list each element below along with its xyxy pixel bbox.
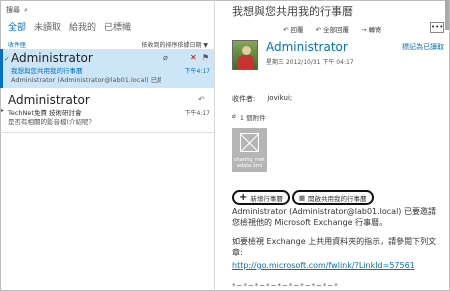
body-separator: *~*~*~*~*~*~*~*~*~* xyxy=(232,282,339,290)
sort-bar: 收件匣 依收到的排序依據日期 ▼ xyxy=(8,40,208,49)
reading-sender[interactable]: Administrator xyxy=(266,40,348,54)
reply-button[interactable]: ↶ 回覆 xyxy=(283,24,304,34)
attachment-tile[interactable]: sharing_met adata.xml xyxy=(232,128,267,172)
open-shared-calendar-button[interactable]: ▦ 開啟共用我的行事曆 xyxy=(291,190,374,205)
reply-all-button[interactable]: ↶ 全部回覆 xyxy=(316,24,350,34)
add-calendar-label: 新增行事曆 xyxy=(250,194,283,203)
reading-date: 星期三 2012/10/31 下午 04:17 xyxy=(266,59,354,66)
checkmark-icon[interactable]: ✓ xyxy=(4,55,10,63)
add-calendar-button[interactable]: + 新增行事曆 xyxy=(232,190,290,205)
body-link[interactable]: http://go.microsoft.com/fwlink/?LinkId=5… xyxy=(232,261,415,270)
filter-flagged[interactable]: 已標幟 xyxy=(104,20,131,33)
message-time: 下午4:17 xyxy=(184,110,210,117)
reading-pane: 我想與您共用我的行事曆 ↶ 回覆 ↶ 全部回覆 → 轉寄 ••• Adminis… xyxy=(216,0,450,291)
flag-icon[interactable]: ⚑ xyxy=(202,53,209,62)
message-sender: Administrator xyxy=(11,51,93,65)
avatar-head xyxy=(242,46,251,55)
body-paragraph: Administrator (Administrator@lab01.local… xyxy=(232,207,436,227)
sort-dropdown[interactable]: 依收到的排序依據日期 ▼ xyxy=(141,40,208,49)
reply-all-icon: ↶ xyxy=(315,26,324,34)
message-item-selected[interactable]: ✓ Administrator 我想與您共用我的行事曆 Administrato… xyxy=(0,49,214,88)
action-bar: ↶ 回覆 ↶ 全部回覆 → 轉寄 xyxy=(283,24,382,34)
scrollbar-thumb[interactable] xyxy=(445,0,449,30)
forward-icon: → xyxy=(361,26,369,34)
attachment-count: ⌀ 1 個附件 xyxy=(232,112,266,122)
message-item[interactable]: ▸ Administrator TechNet免費 技術研討會 是否有相關的影音… xyxy=(0,91,214,130)
message-time: 下午4:17 xyxy=(184,68,210,75)
folder-name: 收件匣 xyxy=(8,42,27,49)
forward-label: 轉寄 xyxy=(368,26,382,34)
reply-label: 回覆 xyxy=(290,26,304,34)
more-actions-button[interactable]: ••• xyxy=(430,22,444,33)
to-label: 收件者: xyxy=(232,95,256,103)
message-preview: Administrator (Administrator@lab01.local… xyxy=(11,76,161,84)
recipient-row: 收件者: jovikui; xyxy=(232,94,292,104)
search-icon[interactable]: ⌕ xyxy=(24,6,28,15)
filter-bar: 全部 未讀取 給我的 已標幟 xyxy=(8,20,131,33)
reply-icon: ↶ xyxy=(283,26,291,34)
attachment-icon: ⌀ xyxy=(232,112,236,120)
reading-title: 我想與您共用我的行事曆 xyxy=(232,5,353,18)
filter-to-me[interactable]: 給我的 xyxy=(69,20,96,33)
attachment-name: sharing_met adata.xml xyxy=(233,157,266,169)
reply-status-icon: ↶ xyxy=(198,95,205,104)
message-list-pane: 搜尋 ⌕ 全部 未讀取 給我的 已標幟 收件匣 依收到的排序依據日期 ▼ ✓ A… xyxy=(0,0,215,291)
filter-unread[interactable]: 未讀取 xyxy=(34,20,61,33)
reply-all-label: 全部回覆 xyxy=(323,26,350,34)
avatar xyxy=(232,40,258,70)
open-shared-calendar-label: 開啟共用我的行事曆 xyxy=(308,194,367,203)
calendar-icon: ▦ xyxy=(298,193,306,202)
mark-unread-link[interactable]: 標記為已讀取 xyxy=(402,42,444,52)
expand-arrow-icon[interactable]: ▸ xyxy=(1,107,4,114)
search-box[interactable]: 搜尋 ⌕ xyxy=(6,4,186,16)
plus-icon: + xyxy=(239,192,248,203)
search-label: 搜尋 xyxy=(6,6,20,14)
avatar-body xyxy=(238,55,254,69)
message-sender: Administrator xyxy=(8,93,90,107)
filter-all[interactable]: 全部 xyxy=(8,20,26,33)
message-preview: 是否有相關的影音檔(介紹呢？ xyxy=(8,118,96,126)
list-divider xyxy=(0,132,214,133)
forward-button[interactable]: → 轉寄 xyxy=(361,24,382,34)
attachment-count-label: 1 個附件 xyxy=(239,114,266,122)
attachment-icon: ⌀ xyxy=(163,53,168,62)
to-value[interactable]: jovikui; xyxy=(267,94,292,104)
body-paragraph: 如要檢視 Exchange 上共用資料夾的指示，請參閱下列文章: xyxy=(232,237,437,257)
delete-icon[interactable]: ✕ xyxy=(190,53,197,62)
calendar-button-row: + 新增行事曆 ▦ 開啟共用我的行事曆 xyxy=(232,190,374,205)
